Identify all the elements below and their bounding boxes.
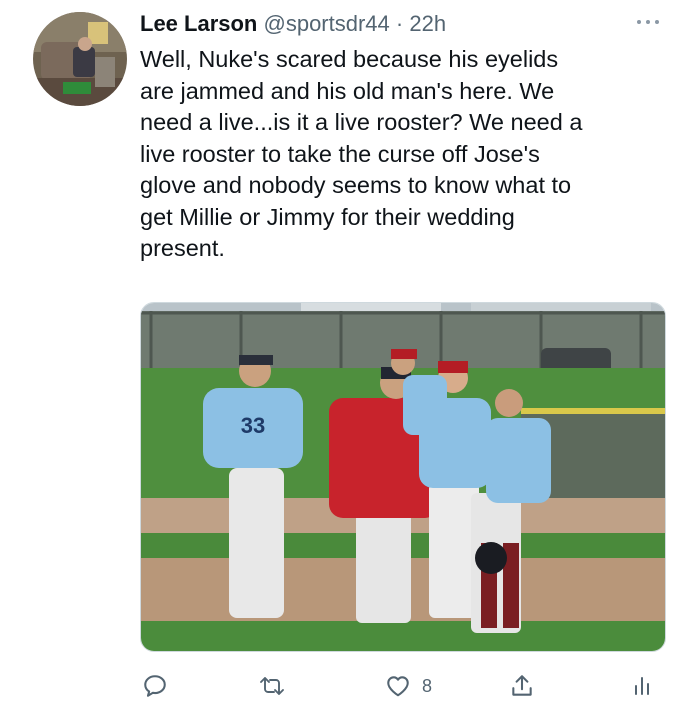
avatar-photo — [33, 12, 127, 106]
reply-button[interactable] — [142, 670, 168, 702]
tweet-media[interactable]: 33 — [140, 302, 666, 652]
tweet-text: Well, Nuke's scared because his eyelids … — [140, 46, 583, 261]
author-name[interactable]: Lee Larson — [140, 11, 257, 36]
reply-icon — [144, 675, 166, 697]
retweet-button[interactable] — [257, 670, 287, 702]
share-button[interactable] — [509, 670, 535, 702]
more-options-button[interactable] — [630, 10, 666, 34]
like-button[interactable]: 8 — [384, 670, 432, 702]
tweet-header: Lee Larson @sportsdr44 · 22h — [140, 9, 446, 39]
author-handle[interactable]: @sportsdr44 — [264, 11, 390, 36]
avatar[interactable] — [33, 12, 127, 106]
heart-icon — [387, 676, 409, 697]
analytics-icon — [635, 677, 649, 695]
separator-dot: · — [395, 11, 404, 36]
share-icon — [512, 675, 532, 696]
retweet-icon — [260, 677, 284, 695]
svg-text:33: 33 — [241, 413, 265, 438]
analytics-button[interactable] — [630, 670, 654, 702]
timestamp[interactable]: 22h — [409, 11, 446, 36]
baseball-mound-photo: 33 — [141, 303, 665, 651]
more-icon — [637, 20, 659, 24]
like-count: 8 — [422, 675, 433, 696]
